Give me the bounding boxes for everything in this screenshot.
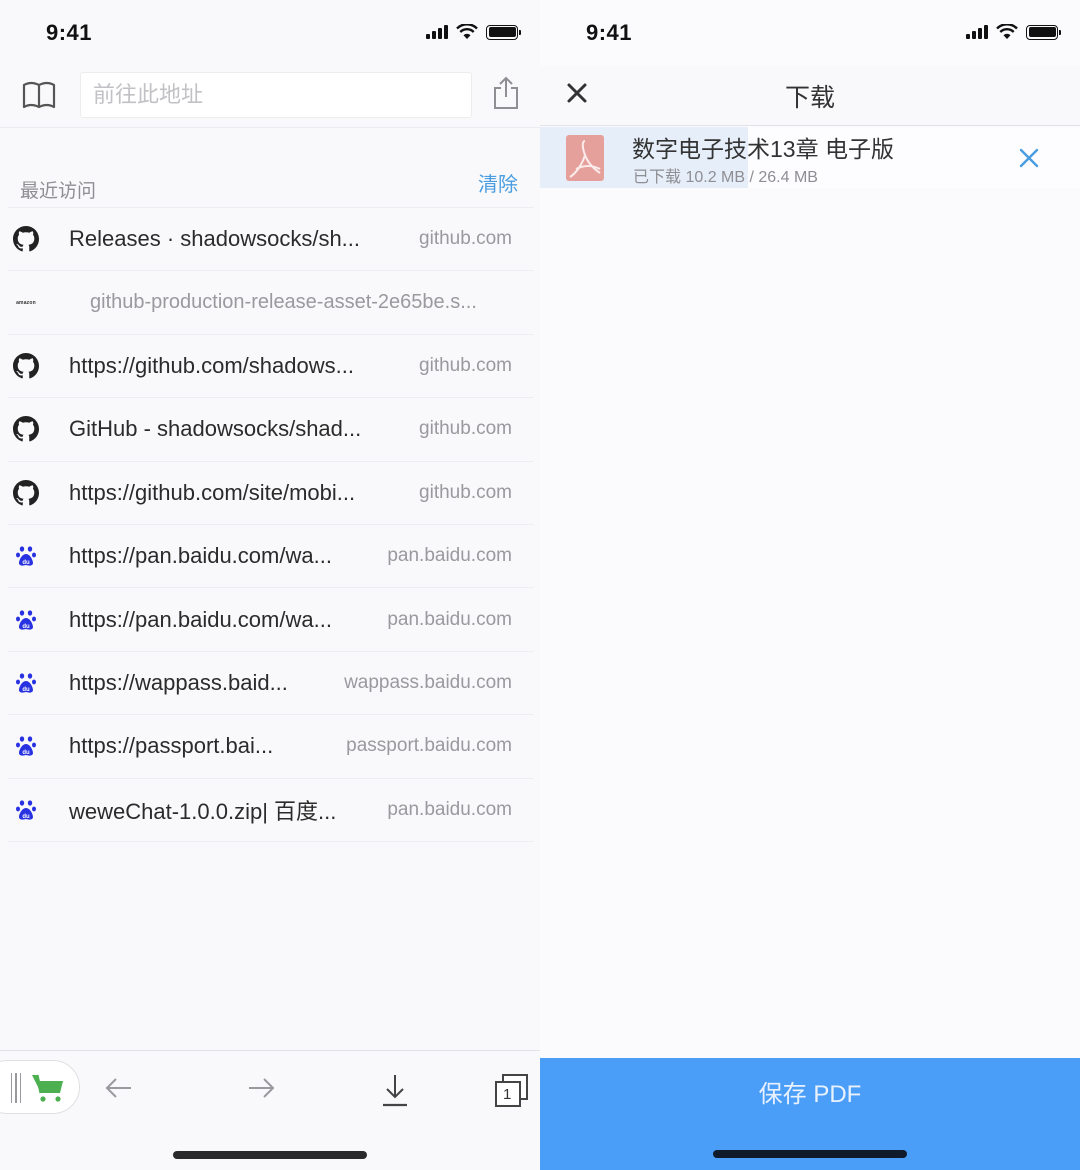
battery-icon [486,24,521,40]
github-icon [12,352,40,380]
recent-item[interactable]: du weweChat-1.0.0.zip| 百度... pan.baidu.com [8,779,534,842]
recent-item-domain: wappass.baidu.com [344,671,512,693]
github-icon [12,479,40,507]
recent-item-domain: pan.baidu.com [387,798,512,820]
browser-toolbar [0,66,540,128]
recent-visits-list: Releases · shadowsocks/sh... github.com am… [8,207,534,842]
amazon-icon: amazon [16,299,36,306]
tab-count: 1 [503,1086,512,1103]
recent-item[interactable]: du https://pan.baidu.com/wa... pan.baidu.c… [8,588,534,652]
download-item[interactable]: 数字电子技术13章 电子版 已下载 10.2 MB / 26.4 MB [540,127,1080,188]
svg-text:du: du [22,814,30,820]
home-indicator [173,1151,367,1159]
github-icon [12,225,40,253]
browser-home-screen: 9:41 最近访问 清除 Releases · shadowsocks/sh..… [0,0,540,1170]
svg-text:du: du [22,687,30,693]
download-size-status: 已下载 10.2 MB / 26.4 MB [633,169,818,186]
recent-item-title: https://wappass.baid... [69,669,288,695]
recent-visits-title: 最近访问 [20,181,97,202]
recent-item-domain: pan.baidu.com [387,608,512,630]
baidu-icon: du [12,606,40,634]
recent-item[interactable]: https://github.com/site/mobi... github.co… [8,462,534,525]
status-time: 9:41 [586,20,633,45]
svg-text:du: du [22,560,30,566]
wifi-icon [996,24,1018,39]
recent-item[interactable]: https://github.com/shadows... github.com [8,335,534,399]
recent-item[interactable]: Releases · shadowsocks/sh... github.com [8,208,534,272]
baidu-icon: du [12,796,40,824]
page-title: 下载 [784,84,835,112]
baidu-icon: du [12,669,40,697]
share-icon[interactable] [492,76,520,110]
pdf-file-icon [566,135,604,181]
github-icon [12,415,40,443]
status-bar: 9:41 [0,0,540,66]
wifi-icon [456,24,478,39]
cellular-signal-icon [966,25,988,39]
status-time: 9:41 [46,20,93,45]
browser-bottom-bar: 1 [0,1050,540,1170]
bookmarks-book-icon[interactable] [22,80,56,110]
drag-handle-icon[interactable] [11,1073,21,1103]
baidu-icon: du [12,732,40,760]
recent-item-title: https://pan.baidu.com/wa... [69,543,332,569]
recent-item-title: Releases · shadowsocks/sh... [69,226,361,252]
address-bar[interactable] [80,72,472,118]
tabs-button[interactable]: 1 [494,1073,530,1109]
recent-item-title: GitHub - shadowsocks/shad... [69,416,362,442]
status-bar: 9:41 [540,0,1080,66]
recent-item-domain: passport.baidu.com [346,735,512,757]
save-pdf-label: 保存 PDF [758,1081,862,1108]
recent-item[interactable]: du https://passport.bai... passport.baidu.… [8,715,534,779]
recent-item-title: https://pan.baidu.com/wa... [69,606,332,632]
back-arrow-icon[interactable] [104,1073,134,1103]
recent-item[interactable]: du https://wappass.baid... wappass.baidu.c… [8,652,534,716]
svg-text:du: du [22,750,30,756]
forward-arrow-icon[interactable] [246,1073,276,1103]
save-pdf-button[interactable]: 保存 PDF [540,1058,1080,1170]
recent-item-domain: github.com [419,418,512,440]
recent-item-domain: pan.baidu.com [387,545,512,567]
recent-item-title: weweChat-1.0.0.zip| 百度... [69,798,337,824]
cellular-signal-icon [426,25,448,39]
download-icon[interactable] [380,1073,410,1107]
recent-item-title: github-production-release-asset-2e65be.s… [90,291,477,314]
recent-item-domain: github.com [419,354,512,376]
download-file-name: 数字电子技术13章 电子版 [632,136,894,162]
recent-item[interactable]: amazon github-production-release-asset-2e… [8,271,534,335]
home-indicator [713,1150,907,1158]
recent-item-title: https://github.com/shadows... [69,352,354,378]
tabs-icon [495,1074,528,1107]
cancel-download-icon[interactable] [1018,147,1040,169]
recent-item-title: https://github.com/site/mobi... [69,479,356,505]
address-input[interactable] [81,73,471,117]
recent-item-title: https://passport.bai... [69,733,274,759]
clear-history-button[interactable]: 清除 [478,168,518,197]
recent-item[interactable]: du https://pan.baidu.com/wa... pan.baidu.c… [8,525,534,589]
recent-item-domain: github.com [419,228,512,250]
shopping-cart-button[interactable] [0,1060,80,1114]
cart-icon [32,1074,63,1102]
battery-icon [1026,24,1061,40]
recent-visits-header: 最近访问 清除 [0,168,540,206]
downloads-header: 下载 [540,66,1080,126]
recent-item-domain: github.com [419,481,512,503]
baidu-icon: du [12,542,40,570]
svg-text:du: du [22,624,30,630]
recent-item[interactable]: GitHub - shadowsocks/shad... github.com [8,398,534,462]
downloads-screen: 9:41 下载 数字电子技术13章 电子版 已下载 10.2 MB / 26.4… [540,0,1080,1170]
